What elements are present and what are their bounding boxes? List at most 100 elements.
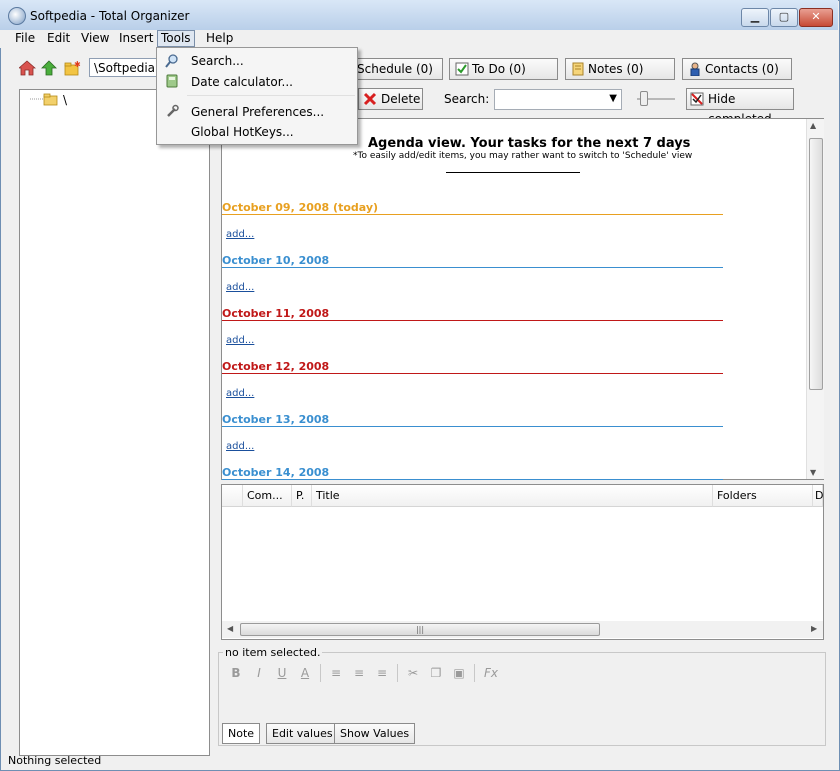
agenda-vertical-scrollbar[interactable]: ▲ ▼	[806, 119, 824, 479]
folder-path-field[interactable]: \Softpedia	[89, 58, 159, 77]
tab-contacts-label: Contacts (0)	[705, 62, 779, 76]
add-item-link[interactable]: add...	[226, 441, 254, 452]
menu-view[interactable]: View	[78, 30, 112, 46]
align-right-icon[interactable]: ≡	[373, 665, 391, 681]
tab-todo[interactable]: To Do (0)	[449, 58, 558, 80]
align-center-icon[interactable]: ≡	[350, 665, 368, 681]
tree-root-folder-icon	[30, 93, 58, 106]
agenda-subtitle: *To easily add/edit items, you may rathe…	[353, 151, 693, 161]
agenda-day-heading: October 13, 2008	[222, 413, 330, 426]
column-header-date[interactable]: D	[813, 485, 823, 507]
menu-help[interactable]: Help	[203, 30, 236, 46]
menu-item-general-preferences[interactable]: General Preferences...	[191, 105, 324, 119]
delete-icon	[363, 92, 377, 106]
agenda-title: Agenda view. Your tasks for the next 7 d…	[368, 136, 691, 151]
tools-menu: Search... Date calculator... General Pre…	[156, 47, 358, 145]
tab-contacts[interactable]: Contacts (0)	[682, 58, 792, 80]
menu-bar: File Edit View Insert Tools Help	[0, 30, 838, 48]
bold-icon[interactable]: B	[227, 665, 245, 681]
underline-icon[interactable]: U	[273, 665, 291, 681]
item-list[interactable]	[221, 484, 824, 640]
toolbar-separator	[397, 664, 398, 682]
add-item-link[interactable]: add...	[226, 335, 254, 346]
agenda-day-divider	[222, 426, 723, 427]
scroll-left-arrow-icon[interactable]: ◀	[227, 624, 233, 633]
agenda-day-divider	[222, 214, 723, 215]
scroll-right-arrow-icon[interactable]: ▶	[811, 624, 817, 633]
agenda-day-heading: October 11, 2008	[222, 307, 330, 320]
tree-root-label[interactable]: \	[63, 93, 67, 107]
agenda-day-heading: October 09, 2008 (today)	[222, 201, 379, 214]
person-icon	[690, 62, 700, 76]
tab-schedule[interactable]: Schedule (0)	[343, 58, 443, 80]
agenda-day-divider	[222, 267, 723, 268]
folder-tree[interactable]	[19, 89, 210, 756]
agenda-day-divider	[222, 373, 723, 374]
new-folder-icon[interactable]: ✱	[64, 60, 81, 77]
search-icon	[165, 54, 178, 68]
menu-tools[interactable]: Tools	[157, 30, 195, 47]
tab-note[interactable]: Note	[222, 723, 261, 744]
hide-completed-toggle[interactable]: Hide completed	[686, 88, 794, 126]
notebook-icon	[572, 62, 584, 76]
calculator-icon	[166, 74, 178, 88]
menu-file[interactable]: File	[12, 30, 38, 46]
agenda-day-divider	[222, 320, 723, 321]
column-header-completed[interactable]: Com...	[243, 485, 292, 507]
menu-item-search[interactable]: Search...	[191, 54, 244, 68]
column-header-folders[interactable]: Folders	[713, 485, 813, 507]
hide-completed-icon	[690, 92, 704, 106]
svg-text:✱: ✱	[74, 60, 81, 69]
app-icon	[8, 7, 26, 25]
tab-show-values[interactable]: Show Values	[334, 723, 416, 744]
maximize-button[interactable]: ▢	[770, 8, 798, 27]
font-color-icon[interactable]: A	[296, 665, 314, 681]
add-item-link[interactable]: add...	[226, 229, 254, 240]
agenda-scroll-thumb[interactable]	[809, 138, 823, 390]
search-combo[interactable]: ▼	[494, 89, 622, 110]
note-panel-caption: no item selected.	[223, 646, 323, 659]
tab-edit-values[interactable]: Edit values	[266, 723, 339, 744]
copy-icon[interactable]: ❐	[427, 665, 445, 681]
clear-format-icon[interactable]: Fx	[482, 665, 500, 681]
status-bar-text: Nothing selected	[8, 754, 102, 767]
add-item-link[interactable]: add...	[226, 388, 254, 399]
scroll-down-arrow-icon[interactable]: ▼	[810, 468, 816, 477]
column-header-select[interactable]	[222, 485, 243, 507]
search-label: Search:	[444, 92, 490, 106]
scroll-up-arrow-icon[interactable]: ▲	[810, 121, 816, 130]
menu-insert[interactable]: Insert	[116, 30, 156, 46]
menu-item-global-hotkeys[interactable]: Global HotKeys...	[191, 125, 294, 139]
agenda-title-divider	[446, 172, 580, 173]
tab-notes-label: Notes (0)	[588, 62, 644, 76]
chevron-down-icon: ▼	[609, 93, 617, 104]
list-scroll-thumb[interactable]: |||	[240, 623, 600, 636]
delete-label: Delete	[381, 92, 421, 106]
agenda-day-heading: October 10, 2008	[222, 254, 330, 267]
agenda-day-divider	[222, 479, 723, 480]
align-left-icon[interactable]: ≡	[327, 665, 345, 681]
checkbox-icon	[455, 62, 469, 76]
paste-icon[interactable]: ▣	[450, 665, 468, 681]
column-header-title[interactable]: Title	[312, 485, 713, 507]
home-icon[interactable]	[19, 60, 36, 77]
zoom-slider-thumb[interactable]	[640, 91, 648, 106]
menu-edit[interactable]: Edit	[44, 30, 73, 46]
tab-notes[interactable]: Notes (0)	[565, 58, 675, 80]
menu-item-date-calculator[interactable]: Date calculator...	[191, 75, 293, 89]
tab-schedule-label: Schedule (0)	[357, 62, 433, 76]
italic-icon[interactable]: I	[250, 665, 268, 681]
agenda-day-heading: October 14, 2008	[222, 466, 330, 479]
minimize-button[interactable]: ▁	[741, 8, 769, 27]
window-title: Softpedia - Total Organizer	[30, 9, 190, 23]
agenda-day-heading: October 12, 2008	[222, 360, 330, 373]
tab-todo-label: To Do (0)	[472, 62, 526, 76]
close-button[interactable]: ✕	[799, 8, 833, 27]
add-item-link[interactable]: add...	[226, 282, 254, 293]
delete-button[interactable]: Delete	[358, 88, 423, 110]
cut-icon[interactable]: ✂	[404, 665, 422, 681]
up-arrow-icon[interactable]	[41, 60, 58, 77]
wrench-icon	[167, 104, 179, 117]
column-header-priority[interactable]: P.	[292, 485, 312, 507]
toolbar-separator	[474, 664, 475, 682]
